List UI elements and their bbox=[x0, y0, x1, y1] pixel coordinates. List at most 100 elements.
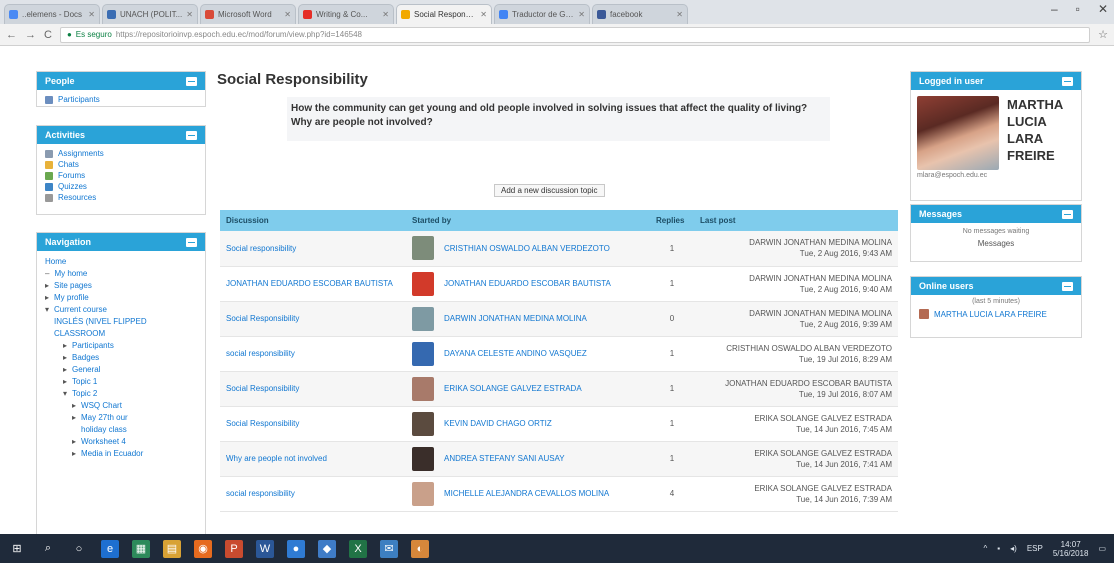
replies-count[interactable]: 1 bbox=[650, 231, 694, 267]
nav-item[interactable]: ▸ Worksheet 4 bbox=[45, 435, 197, 447]
column-header-replies[interactable]: Replies bbox=[650, 210, 694, 231]
activities-block-header[interactable]: Activities bbox=[37, 126, 205, 144]
nav-item[interactable]: holiday class bbox=[45, 423, 197, 435]
discussion-cell[interactable]: Social Responsibility bbox=[220, 406, 406, 442]
replies-count[interactable]: 0 bbox=[650, 301, 694, 337]
avatar[interactable] bbox=[412, 481, 434, 506]
avatar[interactable] bbox=[412, 376, 434, 401]
user-photo[interactable] bbox=[917, 96, 999, 170]
nav-item[interactable]: ▾ Current course bbox=[45, 303, 197, 315]
discussion-cell[interactable]: Why are people not involved bbox=[220, 441, 406, 477]
nav-item[interactable]: – My home bbox=[45, 267, 197, 279]
browser-tab[interactable]: Writing & Co... ✕ bbox=[298, 4, 394, 24]
notification-chevron-icon[interactable]: ^ bbox=[984, 544, 988, 553]
avatar[interactable] bbox=[412, 446, 434, 471]
last-post-cell[interactable]: JONATHAN EDUARDO ESCOBAR BAUTISTA Tue, 19… bbox=[694, 371, 898, 407]
browser-tab[interactable]: ..elemens - Docs ✕ bbox=[4, 4, 100, 24]
discussion-cell[interactable]: Social Responsibility bbox=[220, 301, 406, 337]
close-icon[interactable]: ✕ bbox=[1098, 2, 1108, 16]
collapse-icon[interactable] bbox=[186, 130, 197, 140]
collapse-icon[interactable] bbox=[1062, 209, 1073, 219]
collapse-icon[interactable] bbox=[1062, 76, 1073, 86]
block-link[interactable]: Forums bbox=[45, 170, 197, 181]
replies-count[interactable]: 1 bbox=[650, 441, 694, 477]
avatar[interactable] bbox=[412, 341, 434, 366]
discussion-cell[interactable]: JONATHAN EDUARDO ESCOBAR BAUTISTA bbox=[220, 266, 406, 302]
column-header-started-by[interactable]: Started by bbox=[406, 210, 650, 231]
tab-close-icon[interactable]: ✕ bbox=[676, 10, 683, 19]
nav-item[interactable]: ▸ General bbox=[45, 363, 197, 375]
nav-item[interactable]: ▸ Media in Ecuador bbox=[45, 447, 197, 459]
tab-close-icon[interactable]: ✕ bbox=[480, 10, 487, 19]
bookmark-star-icon[interactable]: ☆ bbox=[1098, 28, 1108, 41]
mail-icon[interactable]: ✉ bbox=[380, 539, 398, 558]
nav-item[interactable]: Home bbox=[45, 255, 197, 267]
reload-icon[interactable]: C bbox=[44, 29, 52, 41]
tab-close-icon[interactable]: ✕ bbox=[382, 10, 389, 19]
back-icon[interactable]: ← bbox=[6, 29, 17, 41]
browser-tab[interactable]: UNACH (POLIT... ✕ bbox=[102, 4, 198, 24]
nav-item[interactable]: ▸ My profile bbox=[45, 291, 197, 303]
powerpoint-icon[interactable]: P bbox=[225, 539, 243, 558]
nav-item[interactable]: ▸ Participants bbox=[45, 339, 197, 351]
tab-close-icon[interactable]: ✕ bbox=[284, 10, 291, 19]
avatar[interactable] bbox=[412, 271, 434, 296]
discussion-cell[interactable]: Social Responsibility bbox=[220, 371, 406, 407]
column-header-last-post[interactable]: Last post bbox=[694, 210, 898, 231]
messages-link[interactable]: Messages bbox=[911, 235, 1081, 248]
forward-icon[interactable]: → bbox=[25, 29, 36, 41]
discussion-cell[interactable]: social responsibility bbox=[220, 336, 406, 372]
volume-icon[interactable]: ◂) bbox=[1010, 544, 1017, 553]
last-post-cell[interactable]: ERIKA SOLANGE GALVEZ ESTRADA Tue, 14 Jun … bbox=[694, 406, 898, 442]
starter-name[interactable]: MICHELLE ALEJANDRA CEVALLOS MOLINA bbox=[444, 489, 609, 498]
shield-icon[interactable]: ◆ bbox=[318, 539, 336, 558]
add-discussion-button[interactable]: Add a new discussion topic bbox=[494, 184, 605, 197]
collapse-icon[interactable] bbox=[1062, 281, 1073, 291]
last-post-cell[interactable]: CRISTHIAN OSWALDO ALBAN VERDEZOTO Tue, 19… bbox=[694, 336, 898, 372]
starter-name[interactable]: ANDREA STEFANY SANI AUSAY bbox=[444, 454, 565, 463]
network-icon[interactable]: ▪ bbox=[997, 544, 1000, 553]
file-explorer-icon[interactable]: ▤ bbox=[163, 539, 181, 558]
browser-tab[interactable]: Social Responsib... ✕ bbox=[396, 4, 492, 24]
replies-count[interactable]: 4 bbox=[650, 476, 694, 512]
last-post-cell[interactable]: ERIKA SOLANGE GALVEZ ESTRADA Tue, 14 Jun … bbox=[694, 476, 898, 512]
excel-icon[interactable]: X bbox=[349, 539, 367, 558]
clock[interactable]: 14:07 5/16/2018 bbox=[1053, 540, 1089, 558]
block-link[interactable]: Quizzes bbox=[45, 181, 197, 192]
nav-item[interactable]: ▸ WSQ Chart bbox=[45, 399, 197, 411]
last-post-cell[interactable]: DARWIN JONATHAN MEDINA MOLINA Tue, 2 Aug … bbox=[694, 301, 898, 337]
people-block-header[interactable]: People bbox=[37, 72, 205, 90]
browser-tab[interactable]: facebook ✕ bbox=[592, 4, 688, 24]
last-post-cell[interactable]: ERIKA SOLANGE GALVEZ ESTRADA Tue, 14 Jun … bbox=[694, 441, 898, 477]
chrome-icon[interactable]: ● bbox=[287, 539, 305, 558]
nav-item[interactable]: ▸ Badges bbox=[45, 351, 197, 363]
search-icon[interactable]: ⌕ bbox=[39, 539, 57, 558]
minimize-icon[interactable]: – bbox=[1051, 2, 1058, 16]
last-post-cell[interactable]: DARWIN JONATHAN MEDINA MOLINA Tue, 2 Aug … bbox=[694, 266, 898, 302]
avatar[interactable] bbox=[412, 306, 434, 331]
nav-item[interactable]: INGLÉS (NIVEL FLIPPED bbox=[45, 315, 197, 327]
starter-name[interactable]: JONATHAN EDUARDO ESCOBAR BAUTISTA bbox=[444, 279, 611, 288]
discussion-cell[interactable]: social responsibility bbox=[220, 476, 406, 512]
store-icon[interactable]: ▦ bbox=[132, 539, 150, 558]
collapse-icon[interactable] bbox=[186, 76, 197, 86]
block-link[interactable]: Assignments bbox=[45, 148, 197, 159]
browser-tab[interactable]: Microsoft Word ✕ bbox=[200, 4, 296, 24]
logged-in-user-header[interactable]: Logged in user bbox=[911, 72, 1081, 90]
column-header-discussion[interactable]: Discussion bbox=[220, 210, 406, 231]
firefox-icon[interactable]: ◉ bbox=[194, 539, 212, 558]
block-link[interactable]: Resources bbox=[45, 192, 197, 203]
url-field[interactable]: ● Es seguro https://repositorioinvp.espo… bbox=[59, 26, 1091, 43]
tab-close-icon[interactable]: ✕ bbox=[186, 10, 193, 19]
nav-item[interactable]: ▾ Topic 2 bbox=[45, 387, 197, 399]
app-icon[interactable]: ◐ bbox=[411, 539, 429, 558]
replies-count[interactable]: 1 bbox=[650, 371, 694, 407]
nav-item[interactable]: ▸ May 27th our bbox=[45, 411, 197, 423]
word-icon[interactable]: W bbox=[256, 539, 274, 558]
starter-name[interactable]: DARWIN JONATHAN MEDINA MOLINA bbox=[444, 314, 587, 323]
starter-name[interactable]: CRISTHIAN OSWALDO ALBAN VERDEZOTO bbox=[444, 244, 610, 253]
user-full-name[interactable]: MARTHA LUCIA LARA FREIRE bbox=[1007, 96, 1063, 170]
tab-close-icon[interactable]: ✕ bbox=[88, 10, 95, 19]
block-link[interactable]: Chats bbox=[45, 159, 197, 170]
nav-item[interactable]: ▸ Site pages bbox=[45, 279, 197, 291]
